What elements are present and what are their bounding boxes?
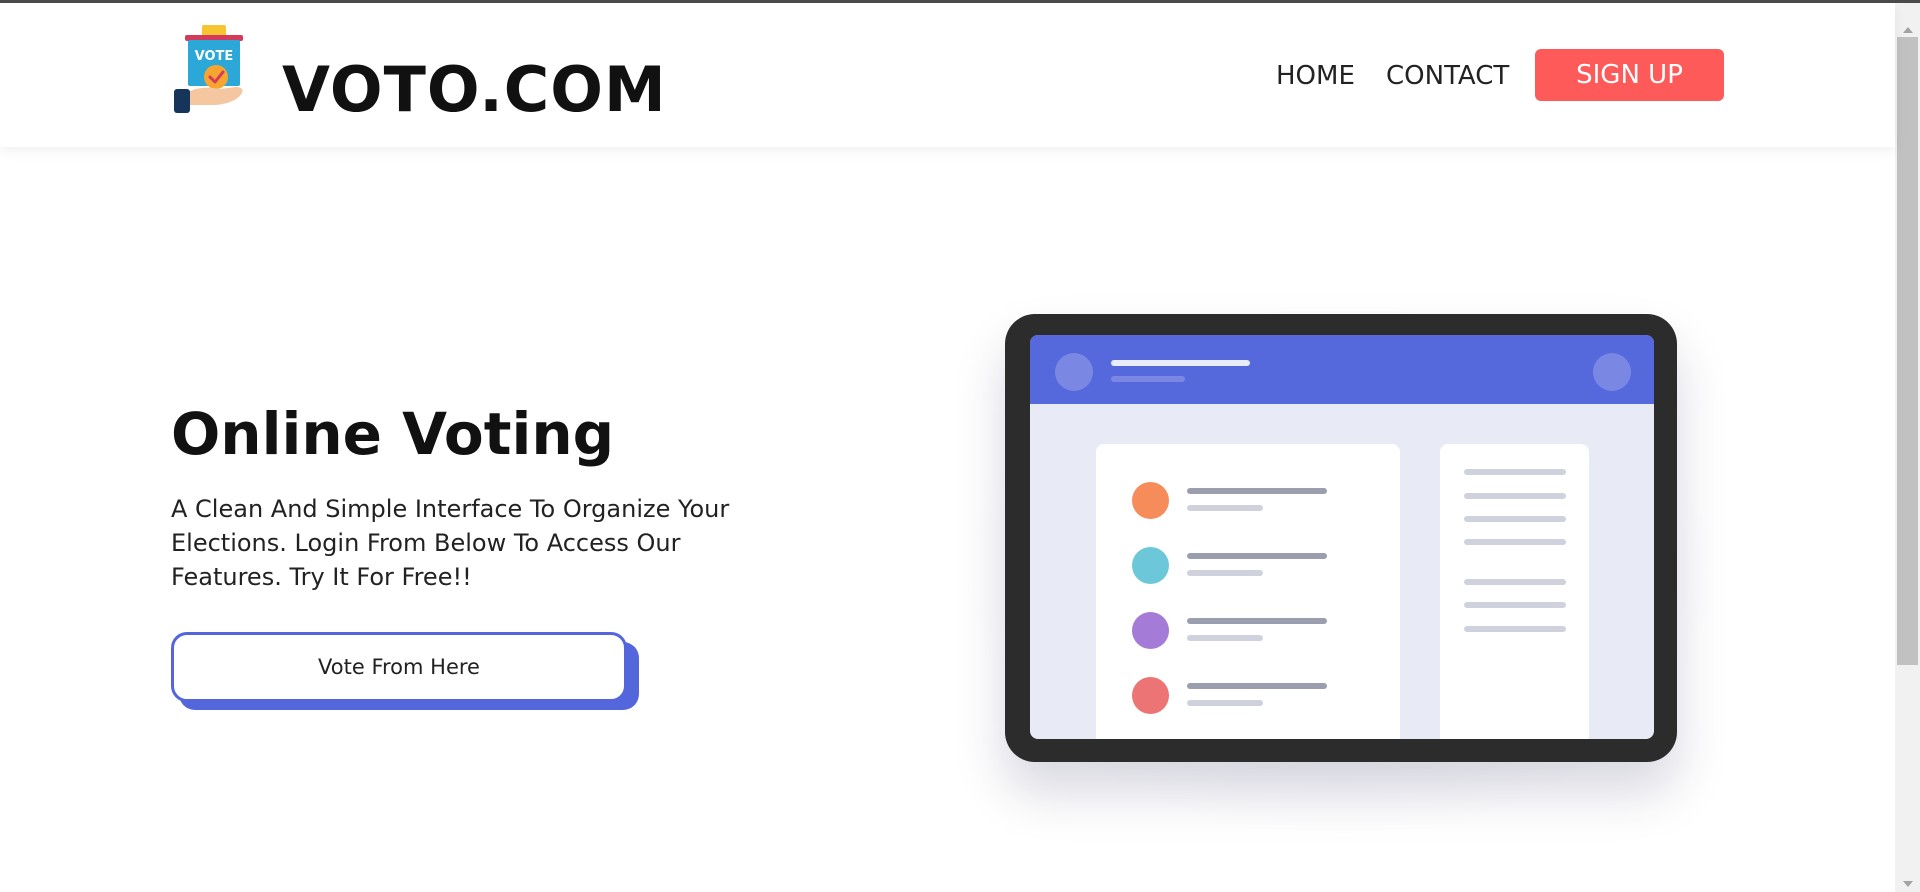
list-subline xyxy=(1187,700,1263,706)
list-subline xyxy=(1187,635,1263,641)
menu-placeholder-icon xyxy=(1593,353,1631,391)
list-line xyxy=(1187,488,1327,494)
brand-name[interactable]: VOTO.COM xyxy=(282,53,667,126)
vote-from-here-button[interactable]: Vote From Here xyxy=(171,632,627,702)
scroll-down-arrow-icon[interactable] xyxy=(1903,881,1913,887)
vote-cta[interactable]: Vote From Here xyxy=(171,632,641,712)
list-dot-icon xyxy=(1132,547,1169,584)
window-top-border xyxy=(0,0,1920,3)
nav-contact-link[interactable]: CONTACT xyxy=(1386,61,1509,91)
side-line xyxy=(1464,539,1566,545)
list-dot-icon xyxy=(1132,612,1169,649)
signup-button[interactable]: SIGN UP xyxy=(1535,49,1724,101)
subtitle-placeholder xyxy=(1111,376,1185,382)
list-line xyxy=(1187,618,1327,624)
hero-title: Online Voting xyxy=(171,400,615,468)
logo-text: VOTE xyxy=(195,49,234,64)
list-line xyxy=(1187,683,1327,689)
side-line xyxy=(1464,602,1566,608)
ballot-box-hand-icon[interactable]: VOTE xyxy=(170,23,256,115)
site-header: VOTE VOTO.COM HOME CONTACT SIGN UP xyxy=(0,3,1895,147)
tablet-dashboard-illustration xyxy=(1005,314,1677,762)
avatar-placeholder-icon xyxy=(1055,353,1093,391)
hero-description: A Clean And Simple Interface To Organize… xyxy=(171,495,730,591)
side-line xyxy=(1464,469,1566,475)
list-dot-icon xyxy=(1132,482,1169,519)
page: VOTE VOTO.COM HOME CONTACT SIGN UP Onlin… xyxy=(0,0,1920,892)
side-line xyxy=(1464,493,1566,499)
vertical-scrollbar[interactable] xyxy=(1895,3,1920,892)
list-line xyxy=(1187,553,1327,559)
side-line xyxy=(1464,626,1566,632)
list-dot-icon xyxy=(1132,677,1169,714)
scroll-up-arrow-icon[interactable] xyxy=(1903,27,1913,33)
list-card xyxy=(1096,444,1400,739)
list-subline xyxy=(1187,570,1263,576)
screen-header-bar xyxy=(1030,335,1654,404)
side-card xyxy=(1440,444,1589,739)
side-line xyxy=(1464,579,1566,585)
nav-home-link[interactable]: HOME xyxy=(1276,61,1355,91)
side-line xyxy=(1464,516,1566,522)
title-placeholder xyxy=(1111,360,1250,366)
tablet-screen xyxy=(1030,335,1654,739)
scrollbar-thumb[interactable] xyxy=(1897,37,1918,665)
list-subline xyxy=(1187,505,1263,511)
